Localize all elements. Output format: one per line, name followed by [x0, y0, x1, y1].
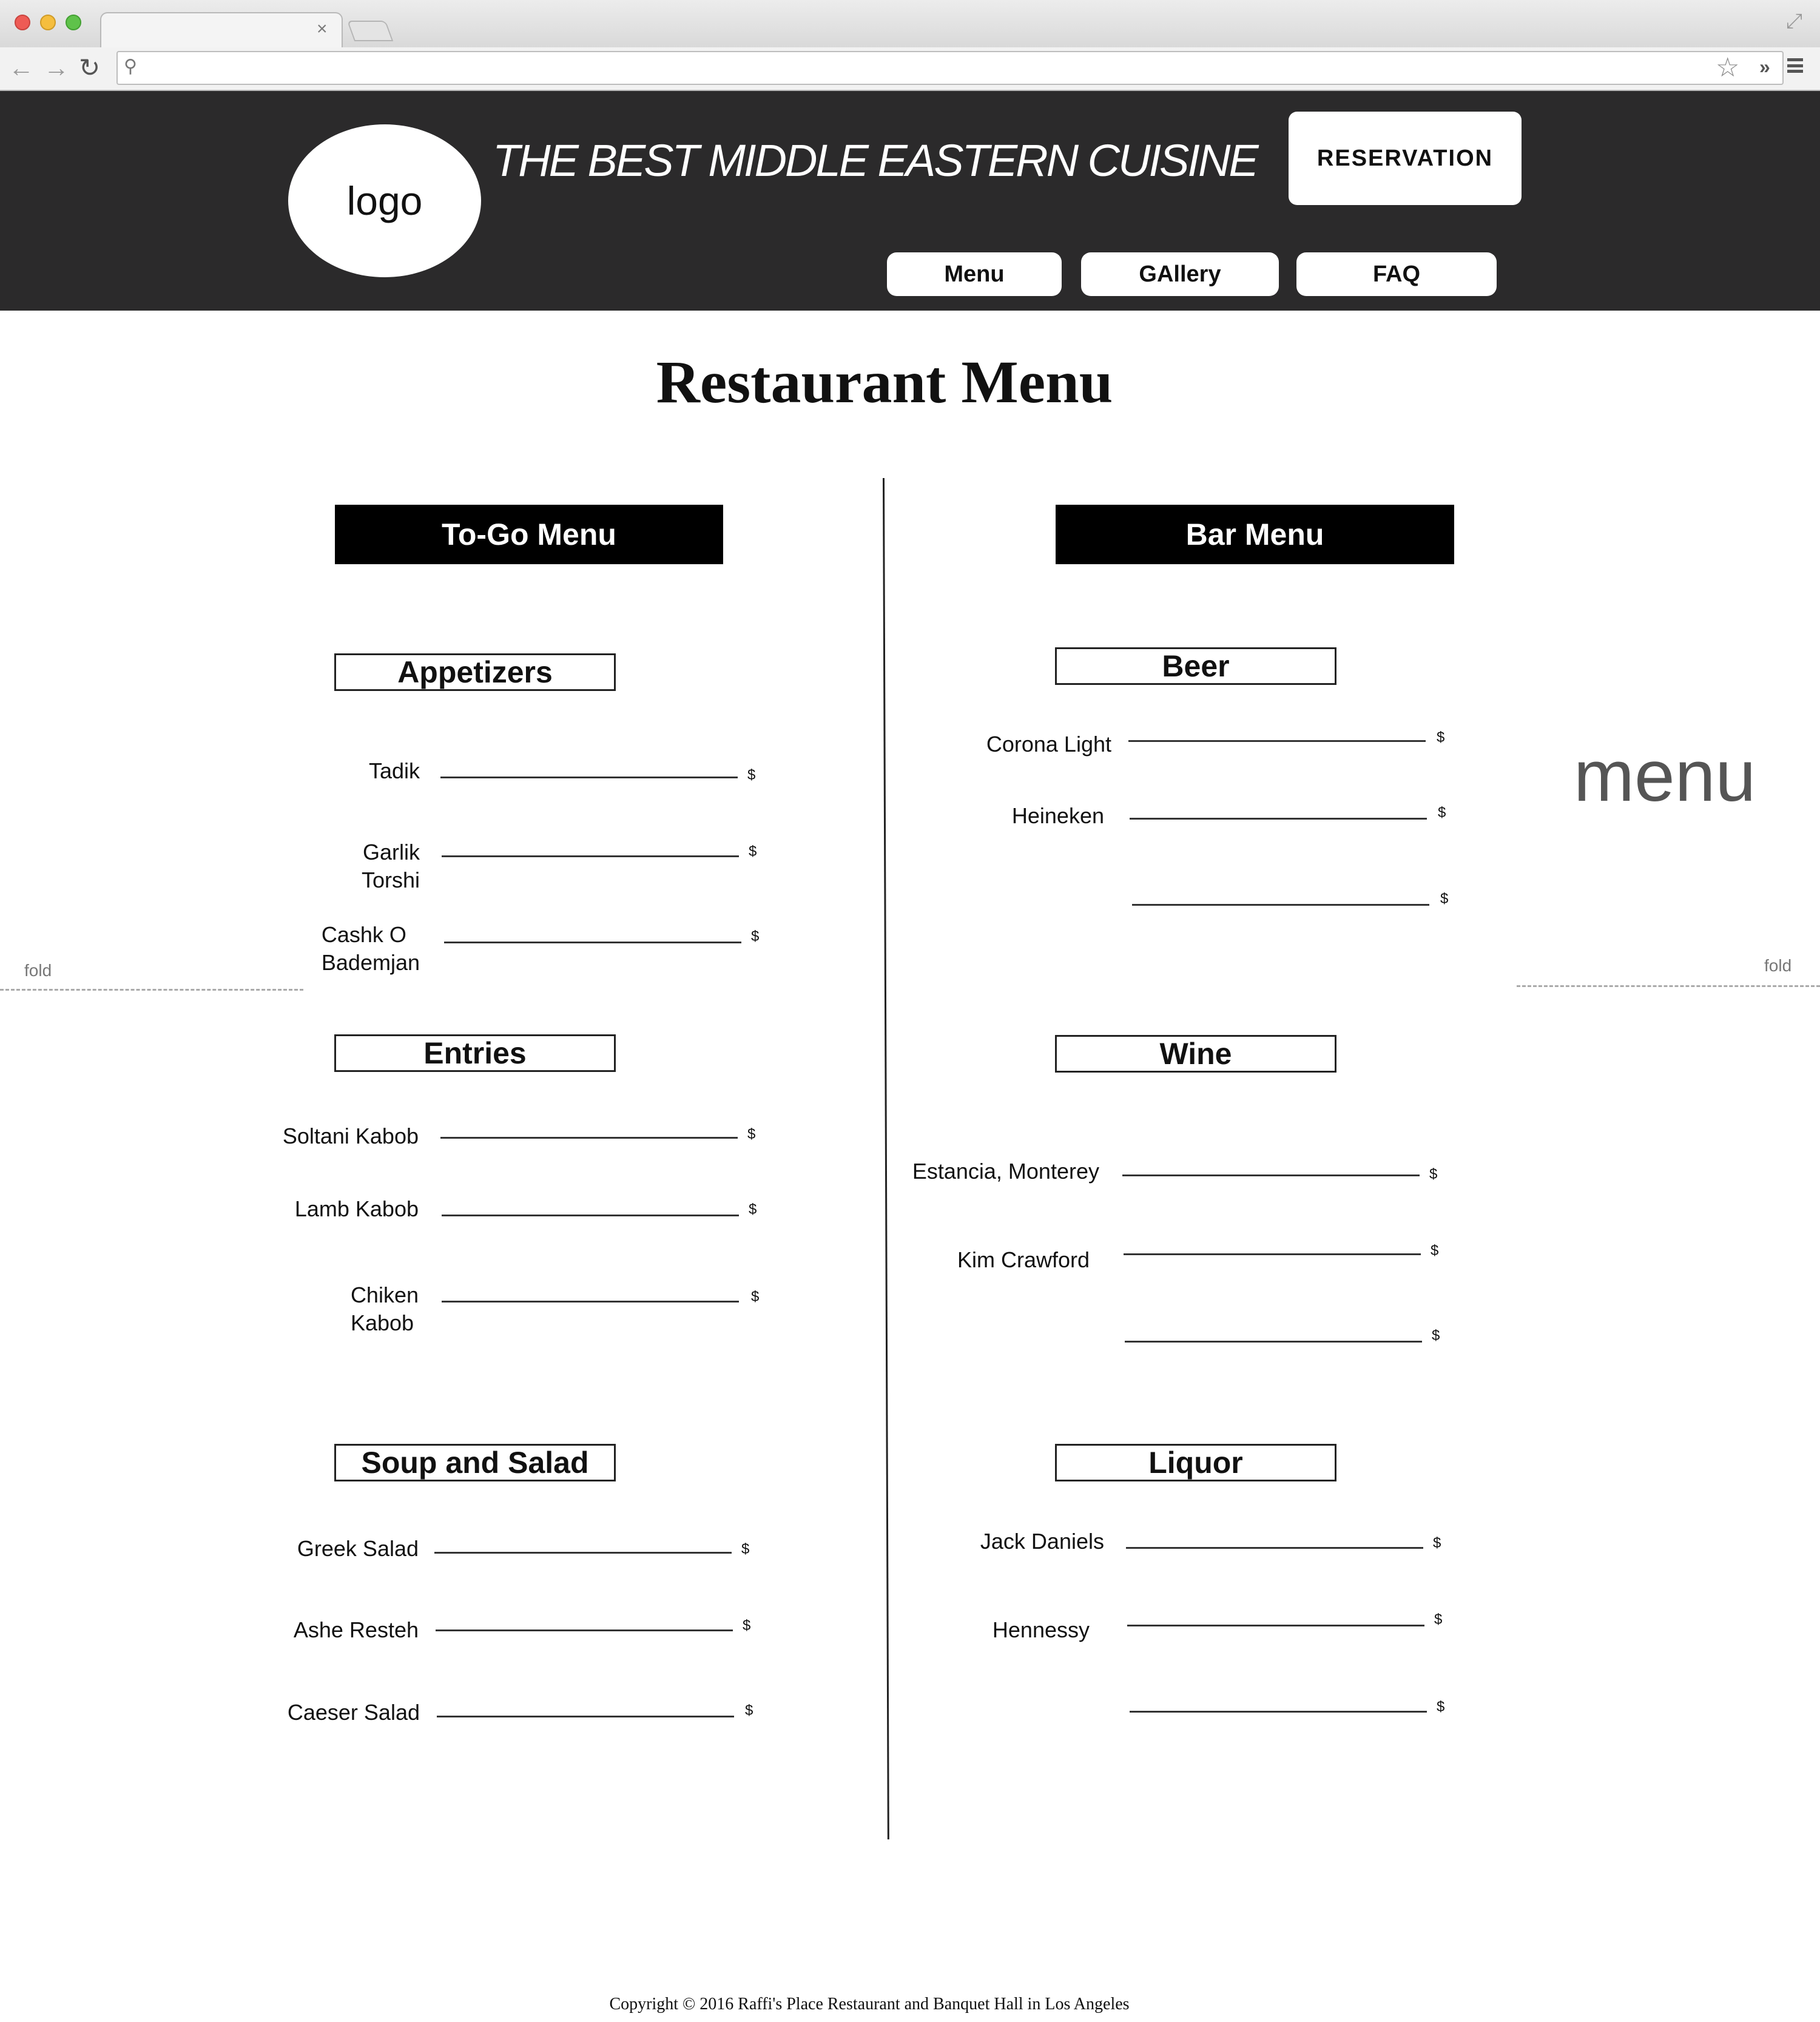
- category-wine: Wine: [1055, 1035, 1336, 1073]
- menu-item-price: $: [751, 928, 760, 945]
- extensions-chevron-icon[interactable]: »: [1759, 56, 1770, 78]
- nav-menu-button[interactable]: Menu: [887, 252, 1062, 296]
- price-line: [442, 1301, 739, 1303]
- menu-item-name: Kim Crawford: [957, 1247, 1090, 1272]
- close-tab-icon[interactable]: ×: [317, 18, 328, 40]
- fold-line-left: [0, 989, 303, 991]
- category-liquor: Liquor: [1055, 1444, 1336, 1481]
- menu-item-price: $: [747, 767, 756, 783]
- column-divider: [883, 477, 889, 1839]
- menu-item-name: Greek Salad: [297, 1536, 419, 1561]
- menu-item-name: Heineken: [1011, 803, 1104, 828]
- menu-item-name: Garlik Torshi: [361, 840, 420, 892]
- price-line: [437, 1716, 734, 1717]
- category-entries: Entries: [334, 1034, 616, 1072]
- menu-item-name: Ashe Resteh: [293, 1617, 419, 1642]
- price-line: [1122, 1174, 1420, 1176]
- menu-item-price: $: [743, 1617, 751, 1634]
- menu-item-price: $: [751, 1289, 760, 1305]
- tagline: THE BEST MIDDLE EASTERN CUISINE: [493, 135, 1259, 186]
- nav-faq-button[interactable]: FAQ: [1296, 252, 1497, 296]
- menu-item-price: $: [1438, 804, 1446, 821]
- category-beer: Beer: [1055, 647, 1336, 685]
- menu-item-name: Cashk O Bademjan: [321, 922, 420, 975]
- price-line: [442, 855, 739, 857]
- menu-item-name: Jack Daniels: [980, 1529, 1104, 1554]
- price-line: [1125, 1341, 1422, 1343]
- price-line: [442, 1215, 739, 1216]
- fold-label-right: fold: [1764, 956, 1792, 975]
- menu-item-price: $: [1437, 729, 1445, 746]
- address-bar[interactable]: [116, 51, 1784, 85]
- logo-text: logo: [346, 178, 423, 223]
- bookmark-star-icon[interactable]: ☆: [1716, 51, 1739, 85]
- menu-item-name: Estancia, Monterey: [912, 1159, 1099, 1184]
- menu-item-price: $: [741, 1541, 750, 1557]
- forward-arrow-icon[interactable]: →: [44, 51, 69, 85]
- reservation-button[interactable]: RESERVATION: [1289, 112, 1522, 205]
- menu-item-price: $: [745, 1702, 753, 1719]
- menu-item-price: $: [1432, 1327, 1440, 1344]
- price-line: [1130, 1711, 1427, 1713]
- menu-item-price: $: [1437, 1699, 1445, 1715]
- nav-gallery-button[interactable]: GAllery: [1081, 252, 1279, 296]
- footer-copyright: Copyright © 2016 Raffi's Place Restauran…: [609, 1995, 1130, 2014]
- close-window-button[interactable]: [15, 15, 30, 30]
- browser-menu-icon[interactable]: [1787, 58, 1803, 73]
- category-soup-and-salad: Soup and Salad: [334, 1444, 616, 1481]
- price-line: [1132, 904, 1429, 906]
- menu-item-price: $: [1429, 1166, 1438, 1182]
- menu-item-price: $: [749, 1201, 757, 1218]
- menu-item-price: $: [1434, 1611, 1443, 1628]
- price-line: [440, 1137, 738, 1139]
- price-line: [440, 777, 738, 778]
- bar-menu-heading: Bar Menu: [1056, 505, 1454, 564]
- logo[interactable]: logo: [288, 124, 481, 277]
- menu-item-name: Corona Light: [986, 732, 1111, 757]
- menu-item-name: Soltani Kabob: [282, 1124, 419, 1148]
- menu-item-price: $: [1431, 1242, 1439, 1259]
- category-appetizers: Appetizers: [334, 653, 616, 691]
- menu-item-name: Lamb Kabob: [294, 1196, 419, 1221]
- price-line: [1128, 740, 1426, 742]
- price-line: [444, 942, 741, 943]
- fold-label-left: fold: [24, 961, 52, 980]
- price-line: [1124, 1253, 1421, 1255]
- price-line: [434, 1552, 732, 1554]
- side-annotation-label: menu: [1574, 735, 1756, 817]
- search-icon: ⚲: [124, 56, 137, 76]
- menu-item-price: $: [1433, 1535, 1441, 1551]
- menu-item-price: $: [747, 1126, 756, 1142]
- reload-icon[interactable]: ↻: [79, 51, 100, 85]
- menu-item-name: Hennessy: [992, 1617, 1090, 1642]
- menu-item-name: Chiken Kabob: [350, 1282, 419, 1335]
- fullscreen-icon[interactable]: ⤢: [1786, 10, 1802, 33]
- page-title: Restaurant Menu: [656, 348, 1113, 416]
- price-line: [1127, 1625, 1424, 1626]
- fold-line-right: [1517, 985, 1820, 987]
- togo-menu-heading: To-Go Menu: [335, 505, 723, 564]
- menu-item-price: $: [1440, 891, 1449, 907]
- price-line: [1126, 1547, 1423, 1549]
- minimize-window-button[interactable]: [40, 15, 56, 30]
- price-line: [436, 1629, 733, 1631]
- new-tab-button[interactable]: [346, 21, 394, 41]
- maximize-window-button[interactable]: [66, 15, 81, 30]
- back-arrow-icon[interactable]: ←: [8, 51, 34, 85]
- price-line: [1130, 818, 1427, 820]
- browser-tab[interactable]: [100, 12, 343, 47]
- menu-item-name: Caeser Salad: [287, 1700, 420, 1725]
- menu-item-price: $: [749, 843, 757, 860]
- menu-item-name: Tadik: [368, 758, 420, 783]
